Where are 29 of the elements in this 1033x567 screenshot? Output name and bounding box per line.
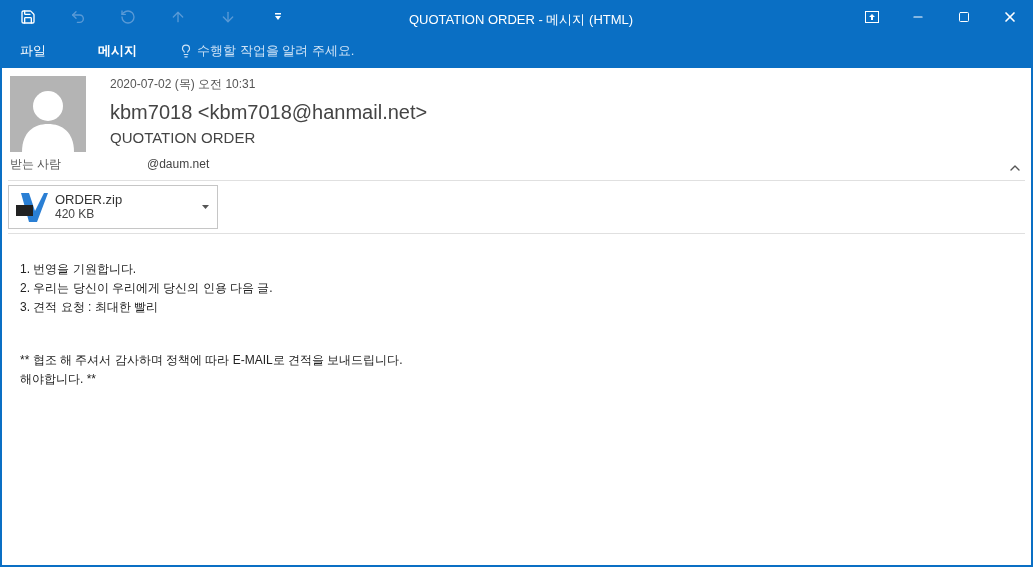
lightbulb-icon — [179, 44, 193, 58]
to-label: 받는 사람 — [10, 156, 63, 173]
attachment-card[interactable]: ORDER.zip 420 KB — [8, 185, 218, 229]
maximize-icon — [958, 11, 970, 23]
sender-address: kbm7018 <kbm7018@hanmail.net> — [110, 100, 428, 125]
body-line: ** 협조 해 주셔서 감사하며 정책에 따라 E-MAIL로 견적을 보내드립니다. — [20, 352, 404, 369]
body-line: 2. 우리는 당신이 우리에게 당신의 인용 다음 글. — [20, 280, 274, 297]
save-icon — [20, 9, 36, 25]
caret-icon — [274, 13, 282, 21]
caret-icon — [202, 205, 209, 209]
ribbon-tab[interactable]: 파일 — [10, 38, 56, 64]
avatar-icon — [10, 76, 86, 152]
redo-icon — [120, 9, 136, 25]
window-title: QUOTATION ORDER - 메시지 (HTML) — [409, 11, 634, 29]
ribbon-tab[interactable]: 메시지 — [88, 38, 147, 64]
attachment-size: 420 KB — [55, 207, 95, 222]
up-arrow-icon — [170, 9, 186, 25]
undo-icon — [70, 9, 86, 25]
body-line: 3. 견적 요청 : 최대한 빨리 — [20, 299, 159, 316]
message-subject: QUOTATION ORDER — [110, 128, 257, 148]
zip-file-icon — [15, 191, 49, 223]
down-arrow-icon — [220, 9, 236, 25]
popout-icon — [865, 11, 879, 23]
close-icon — [1002, 9, 1018, 25]
body-line: 1. 번영을 기원합니다. — [20, 261, 137, 278]
attachment-name: ORDER.zip — [55, 192, 123, 207]
recipient-address: @daum.net — [147, 156, 210, 173]
body-line: 해야합니다. ** — [20, 371, 97, 388]
message-date: 2020-07-02 (목) 오전 10:31 — [110, 76, 257, 92]
